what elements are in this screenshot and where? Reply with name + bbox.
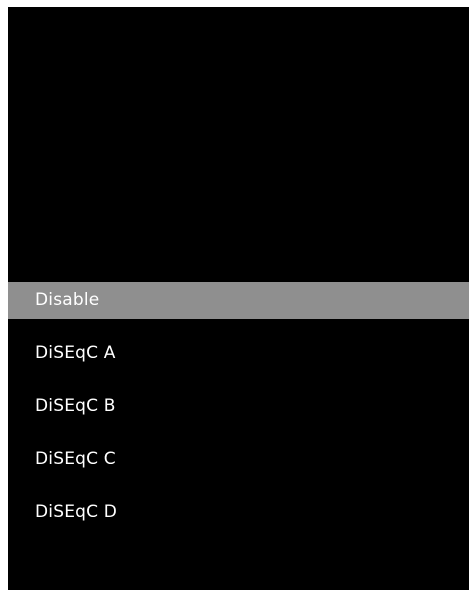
option-diseqc-d[interactable]: DiSEqC D: [8, 494, 469, 531]
option-diseqc-c[interactable]: DiSEqC C: [8, 441, 469, 478]
option-diseqc-b[interactable]: DiSEqC B: [8, 388, 469, 425]
option-label: DiSEqC C: [35, 449, 116, 469]
option-diseqc-a[interactable]: DiSEqC A: [8, 335, 469, 372]
option-disable[interactable]: Disable: [8, 282, 469, 319]
tv-screen: Disable DiSEqC A DiSEqC B DiSEqC C DiSEq…: [8, 7, 469, 590]
diseqc-option-list: Disable DiSEqC A DiSEqC B DiSEqC C DiSEq…: [8, 282, 469, 531]
option-label: DiSEqC B: [35, 396, 116, 416]
option-label: DiSEqC A: [35, 343, 116, 363]
option-label: DiSEqC D: [35, 502, 118, 522]
option-label: Disable: [35, 290, 100, 310]
